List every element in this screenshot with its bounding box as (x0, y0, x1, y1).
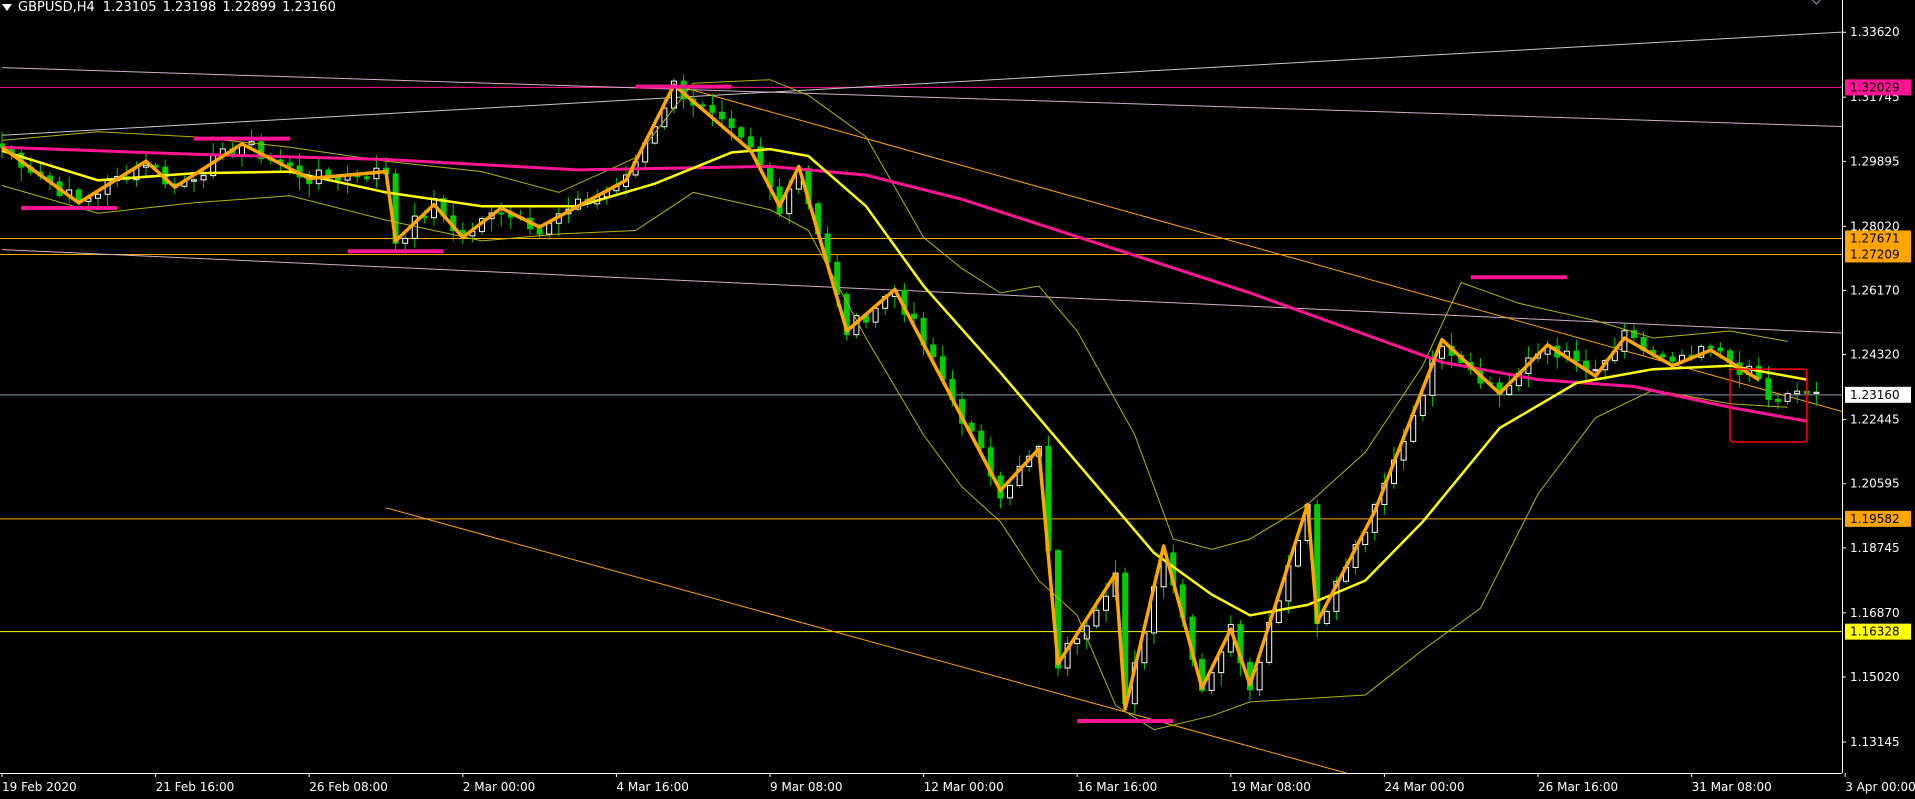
trend-line-1[interactable] (1, 67, 1915, 130)
candle-body (95, 193, 101, 199)
candle[interactable] (277, 149, 284, 171)
candle-body (536, 228, 543, 235)
candle-body (1717, 347, 1724, 352)
candle-body (930, 344, 937, 358)
time-tick-label: 9 Mar 08:00 (770, 780, 843, 794)
trend-line-0[interactable] (1, 26, 1915, 136)
price-label-text: 1.23160 (1850, 388, 1900, 402)
time-tick-label: 12 Mar 00:00 (924, 780, 1004, 794)
price-label-text: 1.16328 (1850, 625, 1900, 639)
candle-body (1659, 354, 1666, 358)
candle[interactable] (315, 158, 322, 191)
candle-body (287, 162, 293, 167)
candle[interactable] (555, 207, 562, 237)
candle[interactable] (1064, 636, 1071, 677)
candle-body (1775, 398, 1781, 402)
candle-body (1256, 661, 1263, 691)
candle-body (1707, 345, 1714, 349)
price-tick-label: 1.20595 (1850, 477, 1900, 491)
candle[interactable] (344, 165, 351, 194)
candle[interactable] (1323, 609, 1330, 626)
price-tick-label: 1.24320 (1850, 348, 1900, 362)
candle-body (709, 104, 716, 113)
candle-body (191, 179, 197, 182)
candle-body (1794, 390, 1801, 395)
price-label-text: 1.27209 (1850, 247, 1900, 261)
price-chart[interactable]: 1.336201.317451.298951.280201.261701.243… (0, 0, 1915, 799)
candle-body (1323, 610, 1330, 625)
price-tick-label: 1.18745 (1850, 541, 1900, 555)
candle-body (546, 222, 553, 235)
price-tick-label: 1.15020 (1850, 670, 1900, 684)
candle-body (1103, 595, 1109, 611)
candle-body (200, 175, 207, 181)
time-axis[interactable]: 19 Feb 2020 21 Feb 16:00 26 Feb 08:00 2 Mar… (1, 773, 1915, 794)
time-tick-label: 2 Mar 00:00 (463, 780, 536, 794)
candle[interactable] (488, 206, 495, 232)
candle-body (872, 307, 879, 323)
price-tick-label: 1.29895 (1850, 154, 1900, 168)
candle-body (747, 136, 754, 148)
time-tick-label: 31 Mar 08:00 (1692, 780, 1772, 794)
candle[interactable] (1784, 391, 1791, 405)
candle-body (335, 177, 341, 181)
candle[interactable] (507, 206, 514, 230)
candles[interactable] (0, 74, 1820, 714)
candle-body (911, 313, 917, 319)
price-label-text: 1.32029 (1850, 80, 1900, 94)
time-tick-label: 26 Feb 08:00 (309, 780, 388, 794)
time-tick-label: 3 Apr 00:00 (1845, 780, 1915, 794)
time-marker-icon (1812, 0, 1821, 5)
candle-body (402, 237, 409, 244)
candle-body (1784, 393, 1791, 402)
time-tick-label: 21 Feb 16:00 (156, 780, 235, 794)
price-axis[interactable]: 1.336201.317451.298951.280201.261701.243… (1842, 25, 1911, 749)
candle-body (363, 176, 370, 180)
price-label-text: 1.19582 (1850, 512, 1900, 526)
price-label-text: 1.27671 (1850, 231, 1900, 245)
plot-area[interactable] (0, 26, 1915, 773)
candle[interactable] (747, 127, 754, 150)
time-tick-label: 24 Mar 00:00 (1384, 780, 1464, 794)
moving-average-fast[interactable] (1, 147, 1808, 617)
candle[interactable] (75, 187, 82, 208)
candle-body (498, 212, 505, 215)
candle[interactable] (1007, 482, 1013, 506)
candle[interactable] (1813, 381, 1820, 406)
candle[interactable] (1794, 381, 1801, 404)
candle-body (719, 111, 725, 120)
candle-body (1765, 378, 1772, 400)
candle-body (1007, 484, 1013, 499)
candle-body (728, 118, 735, 129)
trend-line-4[interactable] (385, 507, 1347, 773)
price-tick-label: 1.26170 (1850, 283, 1900, 297)
candle[interactable] (191, 177, 197, 192)
candle[interactable] (66, 176, 73, 204)
time-tick-label: 26 Mar 16:00 (1538, 780, 1618, 794)
price-tick-label: 1.13145 (1850, 735, 1900, 749)
candle-body (1592, 369, 1599, 372)
candle[interactable] (776, 177, 783, 218)
candle-body (1813, 391, 1820, 394)
candle[interactable] (1583, 349, 1589, 381)
candle-body (1669, 356, 1676, 362)
candle[interactable] (1573, 339, 1580, 372)
trend-line-3[interactable] (673, 84, 1915, 442)
candle-body (978, 430, 985, 449)
candle-body (1419, 394, 1426, 416)
time-tick-label: 16 Mar 16:00 (1077, 780, 1157, 794)
bollinger-band-upper[interactable] (1, 79, 1788, 550)
chart-window[interactable]: GBPUSD,H4 1.23105 1.23198 1.22899 1.2316… (0, 0, 1915, 799)
candle-body (738, 127, 745, 138)
price-tick-label: 1.33620 (1850, 25, 1900, 39)
candle-body (1573, 350, 1580, 362)
price-tick-label: 1.22445 (1850, 413, 1900, 427)
price-tick-label: 1.16870 (1850, 606, 1900, 620)
time-tick-label: 4 Mar 16:00 (616, 780, 689, 794)
candle-body (1093, 609, 1100, 627)
time-tick-label: 19 Mar 08:00 (1231, 780, 1311, 794)
time-tick-label: 19 Feb 2020 (2, 780, 77, 794)
candle-body (143, 164, 149, 168)
